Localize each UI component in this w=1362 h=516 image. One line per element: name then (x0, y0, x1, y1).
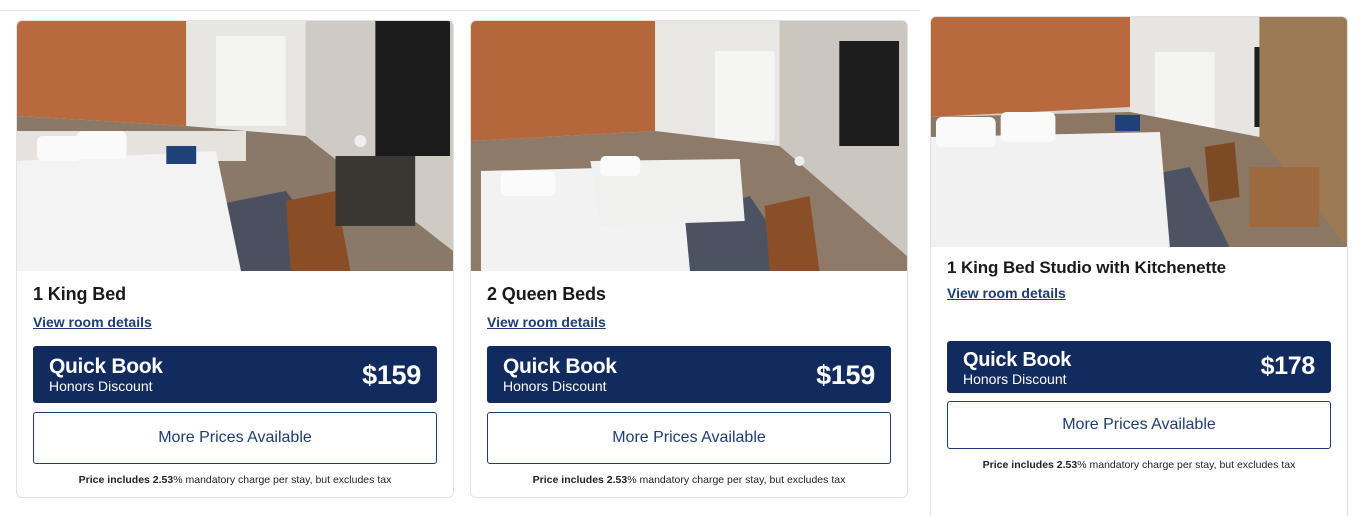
room-name: 2 Queen Beds (487, 284, 606, 304)
price-note-bold: Price includes 2.53 (78, 474, 174, 486)
rate-name: Honors Discount (503, 378, 607, 394)
room-photo[interactable] (471, 21, 907, 271)
price-note: Price includes 2.53% mandatory charge pe… (33, 474, 437, 486)
room-price: $159 (816, 360, 875, 390)
room-card-studio: 1 King Bed Studio with Kitchenette View … (930, 16, 1348, 516)
view-room-details-link[interactable]: View room details (487, 314, 606, 330)
quick-book-label: Quick Book (503, 355, 617, 378)
price-note-bold: Price includes 2.53 (532, 474, 628, 486)
section-divider (0, 10, 920, 11)
price-note: Price includes 2.53% mandatory charge pe… (487, 474, 891, 486)
more-prices-button[interactable]: More Prices Available (33, 412, 437, 464)
room-photo[interactable] (17, 21, 453, 271)
room-name: 1 King Bed (33, 284, 127, 304)
view-room-details-link[interactable]: View room details (33, 314, 152, 330)
room-card-king: 1 King Bed View room details Quick Book … (16, 20, 454, 498)
price-note-bold: Price includes 2.53 (982, 459, 1078, 471)
quick-book-label: Quick Book (49, 355, 163, 378)
room-card-queen: 2 Queen Beds View room details Quick Boo… (470, 20, 908, 498)
room-photo[interactable] (931, 17, 1347, 247)
quick-book-button[interactable]: Quick Book Honors Discount $178 (947, 341, 1331, 393)
price-note-rest: % mandatory charge per stay, but exclude… (173, 474, 392, 486)
room-price: $159 (362, 360, 421, 390)
quick-book-label: Quick Book (963, 349, 1072, 371)
price-note-rest: % mandatory charge per stay, but exclude… (627, 474, 846, 486)
quick-book-button[interactable]: Quick Book Honors Discount $159 (487, 346, 891, 403)
rate-name: Honors Discount (49, 378, 153, 394)
view-room-details-link[interactable]: View room details (947, 285, 1066, 301)
room-price: $178 (1260, 352, 1316, 380)
more-prices-button[interactable]: More Prices Available (487, 412, 891, 464)
room-name: 1 King Bed Studio with Kitchenette (947, 258, 1226, 277)
quick-book-button[interactable]: Quick Book Honors Discount $159 (33, 346, 437, 403)
price-note-rest: % mandatory charge per stay, but exclude… (1077, 459, 1296, 471)
more-prices-button[interactable]: More Prices Available (947, 401, 1331, 449)
price-note: Price includes 2.53% mandatory charge pe… (947, 459, 1331, 471)
rate-name: Honors Discount (963, 371, 1067, 387)
